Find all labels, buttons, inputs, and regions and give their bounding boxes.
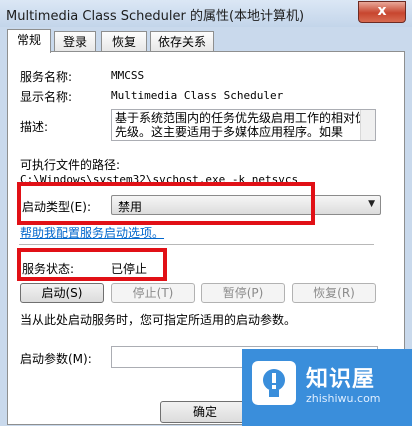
exe-path-label: 可执行文件的路径:: [20, 158, 121, 172]
service-name-value: MMCSS: [111, 69, 145, 82]
description-text: 基于系统范围内的任务优先级启用工作的相对优先级。这主要适用于多媒体应用程序。如果: [115, 111, 368, 139]
title-bar: Multimedia Class Scheduler 的属性(本地计算机) x: [0, 0, 412, 27]
start-button[interactable]: 启动(S): [20, 283, 104, 303]
stop-button[interactable]: 停止(T): [111, 283, 195, 303]
display-name-value: Multimedia Class Scheduler: [111, 89, 284, 102]
tab-recovery[interactable]: 恢复: [101, 31, 147, 52]
watermark-subtitle: zhishiwu.com: [306, 392, 381, 405]
start-params-label: 启动参数(M):: [20, 352, 92, 366]
tab-general[interactable]: 常规: [7, 29, 51, 53]
display-name-label: 显示名称:: [20, 90, 73, 104]
service-status-highlight: [17, 248, 167, 281]
description-scrollbar[interactable]: [360, 110, 375, 140]
tab-logon[interactable]: 登录: [54, 31, 96, 52]
divider: [19, 244, 374, 245]
pause-button[interactable]: 暂停(P): [201, 283, 285, 303]
watermark: 知识屋 zhishiwu.com: [242, 349, 412, 426]
close-button[interactable]: x: [358, 1, 406, 23]
bulb-icon: [252, 361, 296, 405]
startup-type-highlight: [17, 182, 315, 225]
chevron-down-icon: ▼: [368, 199, 375, 209]
window-title: Multimedia Class Scheduler 的属性(本地计算机): [6, 9, 305, 24]
description-label: 描述:: [20, 120, 49, 134]
watermark-title: 知识屋: [306, 367, 376, 392]
start-params-hint: 当从此处启动服务时，您可指定所适用的启动参数。: [20, 313, 297, 327]
resume-button[interactable]: 恢复(R): [292, 283, 376, 303]
tab-dependencies[interactable]: 依存关系: [150, 31, 214, 52]
service-name-label: 服务名称:: [20, 70, 73, 84]
ok-button[interactable]: 确定: [160, 401, 250, 423]
description-box[interactable]: 基于系统范围内的任务优先级启用工作的相对优先级。这主要适用于多媒体应用程序。如果: [111, 109, 376, 141]
help-link[interactable]: 帮助我配置服务启动选项。: [20, 224, 164, 241]
